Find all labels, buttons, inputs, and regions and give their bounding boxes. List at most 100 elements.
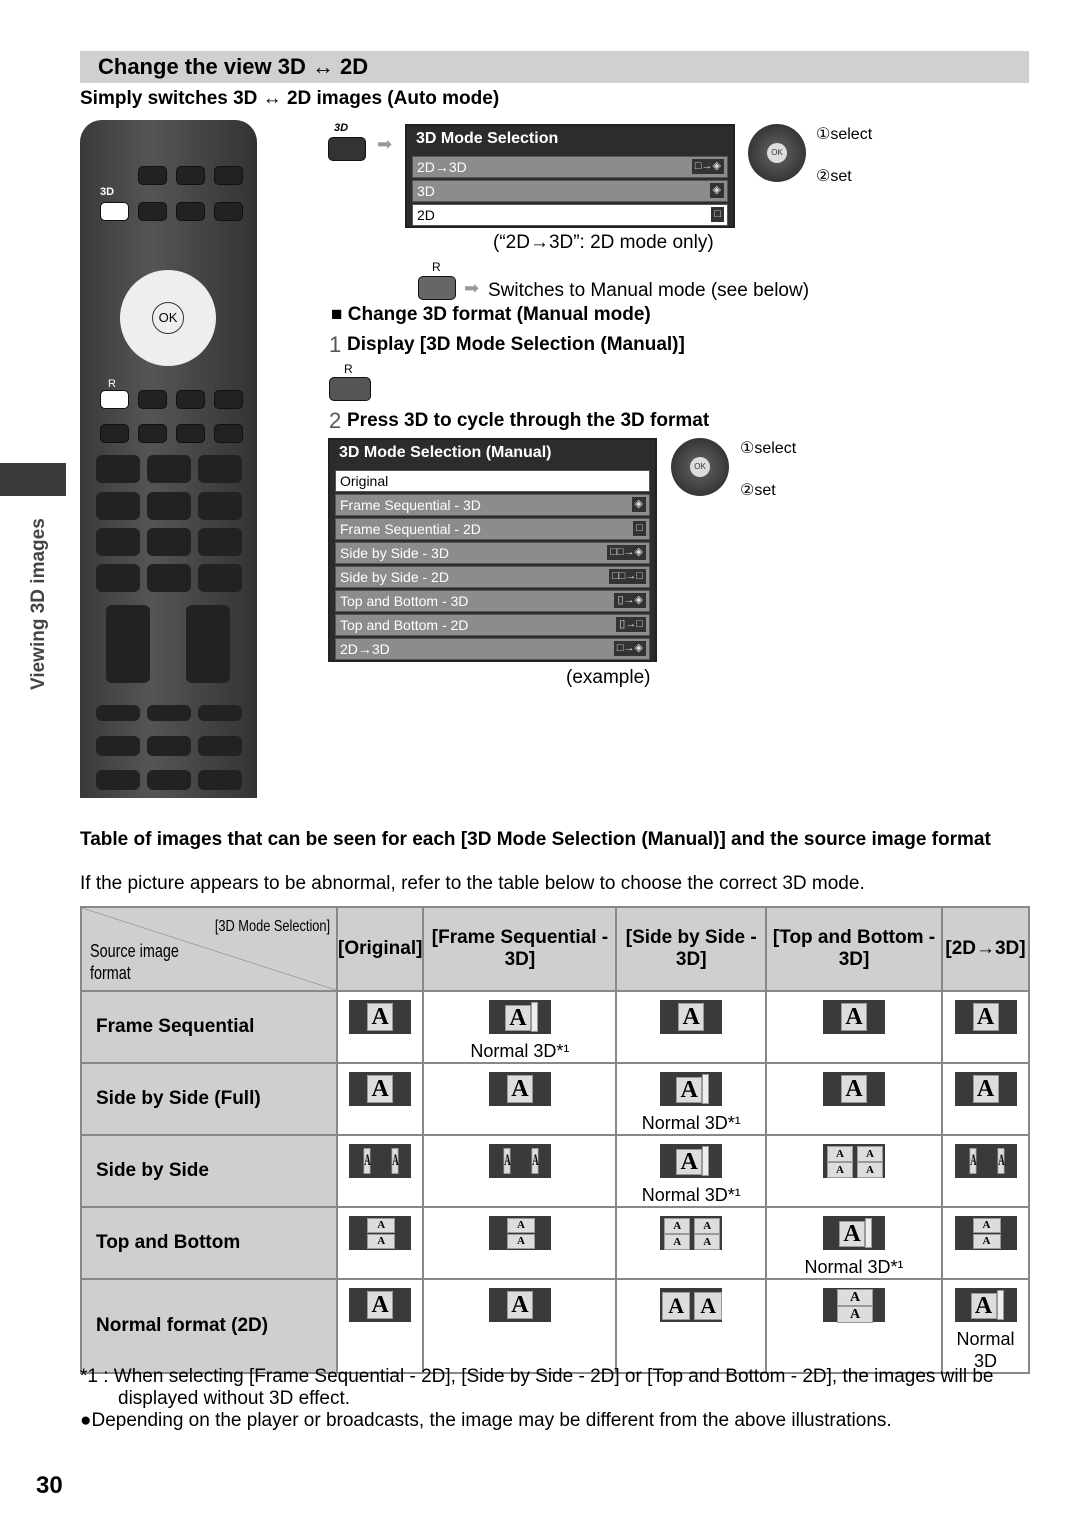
auto-mode-menu: 3D Mode Selection 2D→3D □→◈ 3D ◈ 2D □ bbox=[405, 124, 735, 228]
table-cell: AA bbox=[765, 1278, 943, 1374]
mode-icon: □ bbox=[633, 521, 646, 536]
row-header: Top and Bottom bbox=[80, 1206, 338, 1280]
3d-mode-table: [3D Mode Selection] Source image format … bbox=[80, 906, 1030, 1374]
menu-item-label: Frame Sequential - 2D bbox=[340, 521, 481, 537]
table-cell: A bbox=[765, 990, 943, 1064]
single-3d-image-icon: A bbox=[823, 1216, 886, 1250]
select-hint: ①select bbox=[740, 440, 797, 457]
menu-item[interactable]: Original bbox=[335, 470, 650, 492]
menu-item[interactable]: Top and Bottom - 2D ▯→□ bbox=[335, 614, 650, 636]
single-image-icon: A bbox=[488, 1288, 551, 1322]
3d-button-icon bbox=[328, 137, 366, 161]
mode-icon: □ bbox=[711, 207, 724, 222]
remote-r-button bbox=[100, 390, 129, 409]
half-split-image-icon: AA bbox=[660, 1288, 723, 1322]
section-title: Change the view 3D ↔ 2D bbox=[80, 51, 1029, 83]
menu-item-label: Top and Bottom - 2D bbox=[340, 617, 469, 633]
single-3d-image-icon: A bbox=[660, 1144, 723, 1178]
remote-3d-button bbox=[100, 202, 129, 221]
row-header: Normal format (2D) bbox=[80, 1278, 338, 1374]
table-row: Frame Sequential A A Normal 3D*¹ A A A bbox=[80, 990, 1030, 1064]
step-1-number: 1 bbox=[329, 332, 342, 357]
menu-title: 3D Mode Selection (Manual) bbox=[339, 444, 552, 461]
single-image-icon: A bbox=[488, 1072, 551, 1106]
top-bottom-image-icon: AA bbox=[488, 1216, 551, 1250]
remote-r-label: R bbox=[108, 378, 116, 390]
table-cell: A bbox=[615, 990, 768, 1064]
menu-item[interactable]: Frame Sequential - 3D ◈ bbox=[335, 494, 650, 516]
step-2-text: Press 3D to cycle through the 3D format bbox=[347, 410, 710, 431]
cell-caption: Normal 3D*¹ bbox=[470, 1041, 570, 1061]
menu-item-label: 2D→3D bbox=[417, 159, 467, 175]
table-cell: AA bbox=[941, 1134, 1030, 1208]
remote-ok-button: OK bbox=[152, 302, 184, 334]
menu-item-label: 3D bbox=[417, 183, 435, 199]
menu-item[interactable]: 2D→3D □→◈ bbox=[412, 156, 728, 178]
menu-item[interactable]: Frame Sequential - 2D □ bbox=[335, 518, 650, 540]
single-image-icon: A bbox=[954, 1000, 1017, 1034]
quad-image-icon: AAAA bbox=[823, 1144, 886, 1178]
set-hint: ②set bbox=[740, 482, 776, 499]
menu-item-label: Top and Bottom - 3D bbox=[340, 593, 469, 609]
column-header: [2D→3D] bbox=[941, 906, 1030, 992]
navigation-pad-icon: OK bbox=[748, 124, 806, 182]
row-header: Side by Side bbox=[80, 1134, 338, 1208]
manual-mode-menu: 3D Mode Selection (Manual) Original Frame… bbox=[328, 438, 657, 662]
mode-icon: ▯→□ bbox=[616, 617, 646, 632]
menu-item[interactable]: Side by Side - 3D □□→◈ bbox=[335, 542, 650, 564]
table-row: Top and Bottom A A A A A A A A A Normal 3D*¹ A A bbox=[80, 1206, 1030, 1280]
table-cell: A bbox=[941, 1062, 1030, 1136]
menu-item[interactable]: 2D □ bbox=[412, 204, 728, 226]
single-image-icon: A bbox=[823, 1072, 886, 1106]
single-image-icon: A bbox=[954, 1072, 1017, 1106]
arrow-right-icon: ➡ bbox=[377, 134, 393, 154]
single-image-icon: A bbox=[349, 1288, 412, 1322]
arrow-right-icon: ➡ bbox=[464, 278, 480, 298]
remote-3d-label: 3D bbox=[100, 186, 115, 198]
example-note: (example) bbox=[566, 667, 651, 688]
table-cell: A bbox=[335, 1062, 425, 1136]
single-image-icon: A bbox=[349, 1072, 412, 1106]
table-intro: If the picture appears to be abnormal, r… bbox=[80, 873, 865, 894]
side-by-side-image-icon: AA bbox=[954, 1144, 1017, 1178]
mode-icon: □→◈ bbox=[691, 159, 724, 174]
table-cell: A Normal 3D*¹ bbox=[765, 1206, 943, 1280]
r-button-label: R bbox=[432, 260, 441, 274]
table-cell: A bbox=[422, 1278, 618, 1374]
table-heading: Table of images that can be seen for eac… bbox=[80, 829, 991, 850]
table-cell: AA bbox=[335, 1134, 425, 1208]
menu-item-label: Side by Side - 3D bbox=[340, 545, 449, 561]
corner-row-label: Source image format bbox=[90, 941, 179, 983]
table-cell: AAAA bbox=[615, 1206, 768, 1280]
corner-header: [3D Mode Selection] Source image format bbox=[80, 906, 338, 992]
cell-caption: Normal 3D*¹ bbox=[641, 1113, 741, 1133]
table-cell: A Normal 3D*¹ bbox=[615, 1134, 768, 1208]
table-row: Side by Side (Full) A A A Normal 3D*¹ A A bbox=[80, 1062, 1030, 1136]
menu-item[interactable]: 3D ◈ bbox=[412, 180, 728, 202]
top-bottom-image-icon: AA bbox=[349, 1216, 412, 1250]
auto-heading: Simply switches 3D ↔ 2D images (Auto mod… bbox=[80, 88, 500, 109]
manual-heading: ■ Change 3D format (Manual mode) bbox=[331, 304, 651, 325]
table-row: Side by Side A A A A A Normal 3D*¹ A A A A A A bbox=[80, 1134, 1030, 1208]
menu-item[interactable]: Side by Side - 2D □□→□ bbox=[335, 566, 650, 588]
menu-item-label: Side by Side - 2D bbox=[340, 569, 449, 585]
side-by-side-image-icon: AA bbox=[488, 1144, 551, 1178]
mode-icon: ◈ bbox=[709, 183, 724, 198]
column-header: [Top and Bottom - 3D] bbox=[765, 906, 943, 992]
r-button-label: R bbox=[344, 362, 353, 376]
r-button-icon bbox=[329, 377, 371, 401]
table-cell: AA bbox=[941, 1206, 1030, 1280]
menu-title: 3D Mode Selection bbox=[416, 130, 559, 147]
r-button-icon bbox=[418, 276, 456, 300]
single-image-icon: A bbox=[823, 1000, 886, 1034]
table-cell: AA bbox=[615, 1278, 768, 1374]
side-tab bbox=[0, 463, 66, 496]
cell-caption: Normal 3D*¹ bbox=[804, 1257, 904, 1277]
table-cell: AA bbox=[422, 1206, 618, 1280]
column-header: [Frame Sequential - 3D] bbox=[422, 906, 618, 992]
menu-item[interactable]: Top and Bottom - 3D ▯→◈ bbox=[335, 590, 650, 612]
mode-icon: ▯→◈ bbox=[614, 593, 646, 608]
bullet-note: ●Depending on the player or broadcasts, … bbox=[80, 1410, 892, 1431]
quad-image-icon: AAAA bbox=[660, 1216, 723, 1250]
menu-item[interactable]: 2D→3D □→◈ bbox=[335, 638, 650, 660]
